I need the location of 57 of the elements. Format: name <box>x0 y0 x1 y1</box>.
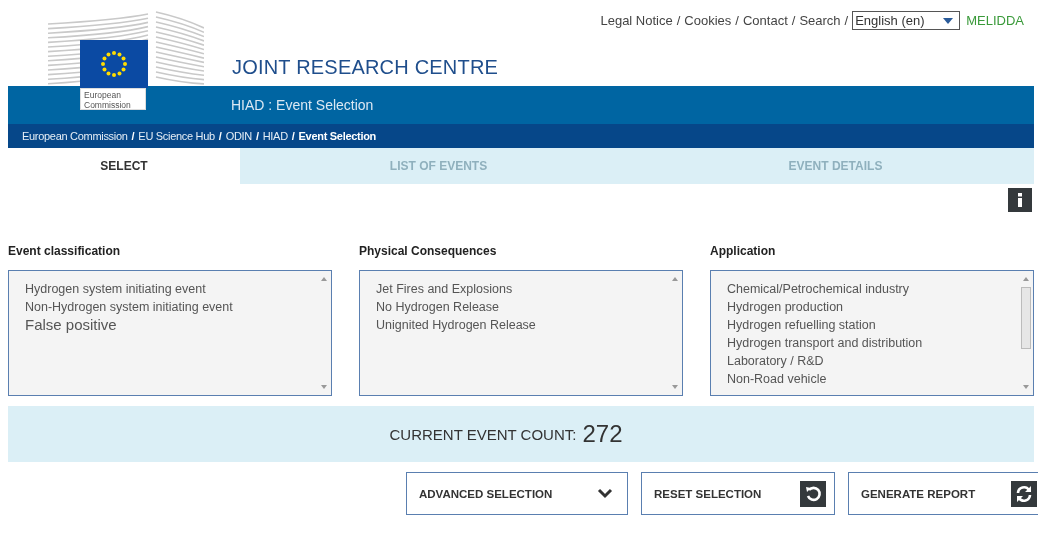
breadcrumb-separator: / <box>255 130 259 142</box>
list-option[interactable]: Hydrogen system initiating event <box>25 280 317 298</box>
breadcrumb-link[interactable]: HIAD <box>262 130 288 142</box>
filter-label: Event classification <box>8 244 122 260</box>
breadcrumb-link[interactable]: European Commission <box>22 130 128 142</box>
scroll-up-icon[interactable] <box>672 277 678 281</box>
filter-listbox[interactable]: Jet Fires and Explosions No Hydrogen Release Unignited Hydrogen Release <box>359 270 683 396</box>
reset-icon <box>800 480 826 507</box>
link-separator: / <box>735 13 739 28</box>
list-option[interactable]: No Hydrogen Release <box>376 298 668 316</box>
caret-down-icon <box>943 17 954 24</box>
filter-listbox[interactable]: Chemical/Petrochemical industry Hydrogen production Hydrogen refuelling station Hydrogen transport and distribution Laboratory / R&D Non-Road vehicle <box>710 270 1034 396</box>
site-title: JOINT RESEARCH CENTRE <box>232 56 499 79</box>
list-option[interactable]: Hydrogen refuelling station <box>727 316 1019 334</box>
list-option[interactable]: Non-Hydrogen system initiating event <box>25 298 317 316</box>
list-option[interactable]: Unignited Hydrogen Release <box>376 316 668 334</box>
page-title: HIAD : Event Selection <box>231 97 374 113</box>
action-button[interactable]: ADVANCED SELECTION <box>406 472 628 515</box>
info-icon[interactable] <box>1008 188 1032 212</box>
list-option[interactable]: Non-Road vehicle <box>727 370 1019 388</box>
scroll-up-icon[interactable] <box>321 277 327 281</box>
list-option[interactable]: Hydrogen transport and distribution <box>727 334 1019 352</box>
top-link[interactable]: Legal Notice <box>600 13 673 28</box>
chevron-down-icon <box>597 487 613 500</box>
scroll-down-icon[interactable] <box>1023 385 1029 389</box>
breadcrumb-separator: / <box>218 130 222 142</box>
list-option[interactable]: False positive <box>25 316 317 334</box>
filter-listbox[interactable]: Hydrogen system initiating event Non-Hydrogen system initiating event False positive <box>8 270 332 396</box>
filter-label: Application <box>710 244 777 260</box>
scroll-up-icon[interactable] <box>1023 277 1029 281</box>
link-separator: / <box>844 13 849 28</box>
top-link[interactable]: Cookies <box>684 13 732 28</box>
top-link[interactable]: Contact <box>742 13 788 28</box>
site-link[interactable]: MELIDDA <box>966 13 1024 28</box>
breadcrumb-separator: / <box>291 130 295 142</box>
event-count-value: 272 <box>582 420 623 448</box>
scroll-down-icon[interactable] <box>672 385 678 389</box>
refresh-icon <box>1011 480 1037 507</box>
action-button[interactable]: RESET SELECTION <box>641 472 835 515</box>
list-option[interactable]: Jet Fires and Explosions <box>376 280 668 298</box>
list-option[interactable]: Laboratory / R&D <box>727 352 1019 370</box>
event-count-label: CURRENT EVENT COUNT: <box>389 425 577 443</box>
language-select[interactable]: English (en) <box>852 11 961 30</box>
list-option[interactable]: Hydrogen production <box>727 298 1019 316</box>
breadcrumb-link[interactable]: ODIN <box>225 130 252 142</box>
action-button[interactable]: GENERATE REPORT <box>848 472 1038 515</box>
link-separator: / <box>791 13 796 28</box>
scroll-down-icon[interactable] <box>321 385 327 389</box>
top-link[interactable]: Search <box>799 13 841 28</box>
breadcrumb-link[interactable]: Event Selection <box>298 130 376 142</box>
list-option[interactable]: Chemical/Petrochemical industry <box>727 280 1019 298</box>
eu-flag-icon <box>80 40 148 88</box>
breadcrumb-link[interactable]: EU Science Hub <box>138 130 215 142</box>
filter-label: Physical Consequences <box>359 244 498 260</box>
logo-caption: European Commission <box>80 88 146 110</box>
breadcrumb-separator: / <box>131 130 135 142</box>
link-separator: / <box>676 13 681 28</box>
